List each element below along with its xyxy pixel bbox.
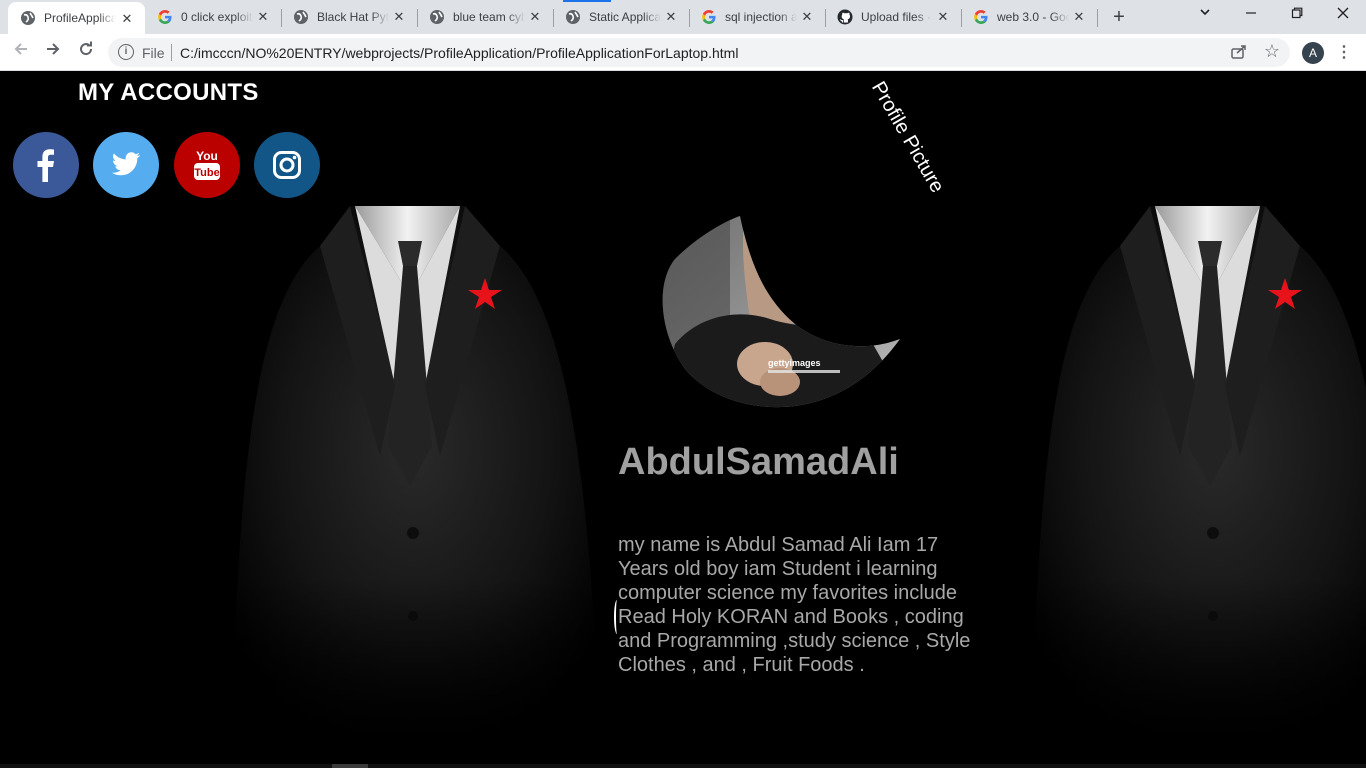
forward-button[interactable] <box>41 40 65 64</box>
twitter-button[interactable] <box>93 132 159 198</box>
tab-title: blue team cyb <box>453 10 525 24</box>
profile-avatar[interactable]: A <box>1302 42 1324 64</box>
profile-photo[interactable]: gettyimages <box>660 214 910 409</box>
tab-static-application[interactable]: Static Applica ✕ <box>553 0 690 34</box>
globe-icon <box>293 9 309 25</box>
youtube-button[interactable]: You Tube <box>174 132 240 198</box>
tab-black-hat-python[interactable]: Black Hat Pyth ✕ <box>281 0 418 34</box>
tab-title: Static Applica <box>589 10 661 24</box>
tab-sql-injection[interactable]: sql injection a ✕ <box>689 0 826 34</box>
tab-title: sql injection a <box>725 10 797 24</box>
tab-web-3[interactable]: web 3.0 - Goo ✕ <box>961 0 1098 34</box>
tab-0-click-exploit[interactable]: 0 click exploit ✕ <box>145 0 282 34</box>
facebook-icon <box>37 149 54 182</box>
minimize-button[interactable] <box>1236 4 1266 26</box>
close-tab-icon[interactable]: ✕ <box>799 9 815 25</box>
reload-button[interactable] <box>74 40 98 64</box>
tab-title: 0 click exploit <box>181 10 253 24</box>
share-icon[interactable] <box>1230 43 1248 61</box>
new-tab-button[interactable]: + <box>1108 7 1130 29</box>
tab-strip: ProfileApplica ✕ 0 click exploit ✕ Black… <box>0 0 1366 34</box>
instagram-button[interactable] <box>254 132 320 198</box>
horizontal-scrollbar[interactable] <box>0 764 1366 768</box>
browser-toolbar: i File C:/imcccn/NO%20ENTRY/webprojects/… <box>0 34 1366 71</box>
address-bar[interactable]: i File C:/imcccn/NO%20ENTRY/webprojects/… <box>108 38 1290 67</box>
scrollbar-thumb[interactable] <box>332 764 368 768</box>
globe-icon <box>565 9 581 25</box>
url-text[interactable]: C:/imcccn/NO%20ENTRY/webprojects/Profile… <box>180 45 738 61</box>
tab-upload-files[interactable]: Upload files · ✕ <box>825 0 962 34</box>
google-icon <box>701 9 717 25</box>
profile-name: AbdulSamadAli <box>618 441 899 483</box>
facebook-button[interactable] <box>13 132 79 198</box>
globe-icon <box>20 10 36 26</box>
svg-text:Tube: Tube <box>194 167 219 179</box>
close-tab-icon[interactable]: ✕ <box>1071 9 1087 25</box>
globe-icon <box>429 9 445 25</box>
restore-button[interactable] <box>1282 4 1312 26</box>
close-tab-icon[interactable]: ✕ <box>391 9 407 25</box>
bookmark-star-icon[interactable]: ☆ <box>1262 41 1282 61</box>
tab-title: Upload files · <box>861 10 932 24</box>
forward-arrow-icon <box>47 43 60 55</box>
svg-text:gettyimages: gettyimages <box>768 358 821 368</box>
youtube-icon: You Tube <box>194 149 220 180</box>
info-icon[interactable]: i <box>118 44 134 60</box>
tab-search-icon[interactable] <box>1190 4 1220 26</box>
menu-kebab-icon[interactable]: ⋮ <box>1336 42 1352 64</box>
tab-title: ProfileApplica <box>44 11 116 25</box>
close-tab-icon[interactable]: ✕ <box>527 9 543 25</box>
google-icon <box>157 9 173 25</box>
close-tab-icon[interactable]: ✕ <box>935 9 951 25</box>
scheme-label: File <box>142 45 165 61</box>
accounts-heading: MY ACCOUNTS <box>78 79 259 106</box>
tab-profileapplication[interactable]: ProfileApplica ✕ <box>8 2 145 34</box>
tab-title: web 3.0 - Goo <box>997 10 1069 24</box>
close-tab-icon[interactable]: ✕ <box>119 11 135 27</box>
profile-bio: my name is Abdul Samad Ali Iam 17 Years … <box>618 534 971 676</box>
svg-text:You: You <box>196 149 218 163</box>
suit-background-image <box>210 186 610 746</box>
profile-picture-label: Profile Picture <box>867 77 949 197</box>
github-icon <box>837 9 853 25</box>
instagram-icon <box>273 151 301 179</box>
tab-title: Black Hat Pyth <box>317 10 389 24</box>
close-window-button[interactable] <box>1328 4 1358 26</box>
back-arrow-icon <box>14 43 27 55</box>
close-tab-icon[interactable]: ✕ <box>255 9 271 25</box>
suit-background-image <box>1010 186 1366 746</box>
page-content: MY ACCOUNTS You Tube Profile Picture get… <box>0 71 1366 768</box>
twitter-icon <box>112 152 141 176</box>
back-button[interactable] <box>9 40 33 64</box>
google-icon <box>973 9 989 25</box>
reload-icon <box>80 41 93 56</box>
tab-blue-team[interactable]: blue team cyb ✕ <box>417 0 554 34</box>
close-tab-icon[interactable]: ✕ <box>663 9 679 25</box>
